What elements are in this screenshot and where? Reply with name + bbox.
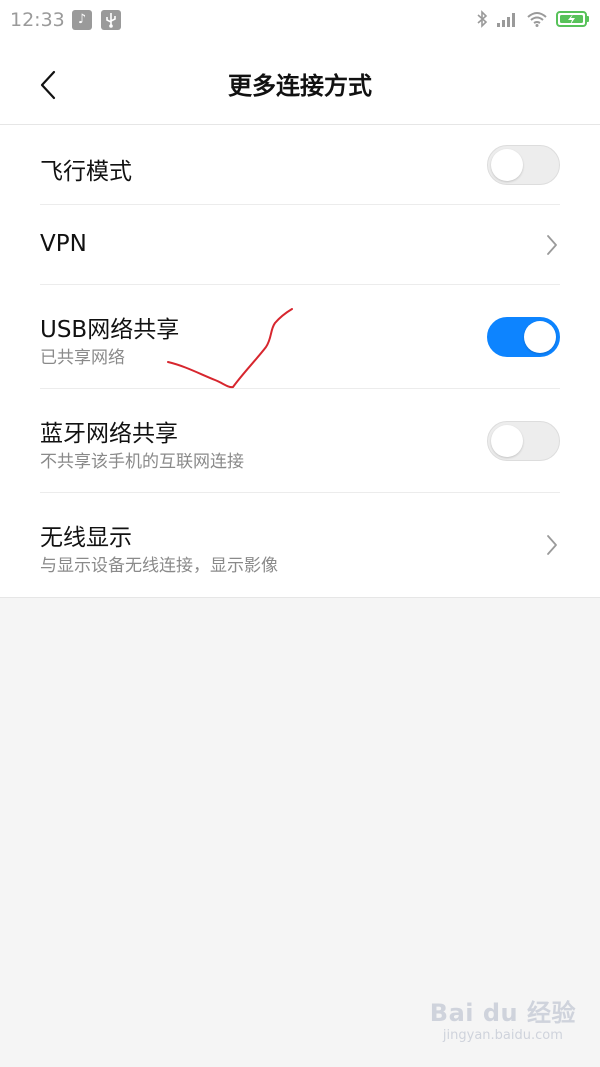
cellular-signal-icon bbox=[496, 11, 518, 31]
bluetooth-tethering-toggle[interactable] bbox=[487, 421, 560, 461]
toggle-knob bbox=[524, 321, 556, 353]
airplane-mode-row[interactable]: 飞行模式 bbox=[0, 125, 600, 205]
status-time: 12:33 bbox=[10, 9, 65, 31]
app-bar: 更多连接方式 bbox=[0, 44, 600, 125]
bluetooth-icon bbox=[476, 10, 488, 32]
wireless-display-label: 无线显示 bbox=[40, 525, 132, 551]
watermark-logo: Bai du 经验 bbox=[429, 999, 576, 1027]
chevron-right-icon[interactable] bbox=[544, 233, 560, 257]
toggle-knob bbox=[491, 425, 523, 457]
chevron-right-icon[interactable] bbox=[544, 533, 560, 557]
vpn-label: VPN bbox=[40, 231, 87, 257]
usb-tethering-label: USB网络共享 bbox=[40, 317, 180, 343]
status-bar: 12:33 ♪ bbox=[0, 0, 600, 44]
wireless-display-row[interactable]: 无线显示 与显示设备无线连接，显示影像 bbox=[0, 493, 600, 597]
baidu-jingyan-watermark: Bai du 经验 jingyan.baidu.com bbox=[430, 993, 576, 1043]
bluetooth-tethering-label: 蓝牙网络共享 bbox=[40, 421, 178, 447]
bluetooth-tethering-row[interactable]: 蓝牙网络共享 不共享该手机的互联网连接 bbox=[0, 389, 600, 493]
usb-icon bbox=[101, 10, 121, 30]
wireless-display-description: 与显示设备无线连接，显示影像 bbox=[40, 556, 278, 576]
toggle-knob bbox=[491, 149, 523, 181]
settings-list: 飞行模式 VPN USB网络共享 已共享网络 蓝牙网络共享 不共享该手机的互联网… bbox=[0, 125, 600, 598]
vpn-row[interactable]: VPN bbox=[0, 205, 600, 285]
bluetooth-tethering-description: 不共享该手机的互联网连接 bbox=[40, 452, 244, 472]
status-right-icons bbox=[476, 10, 590, 32]
page-title: 更多连接方式 bbox=[228, 72, 372, 100]
usb-tethering-toggle[interactable] bbox=[487, 317, 560, 357]
wifi-icon bbox=[526, 11, 548, 31]
tiktok-icon: ♪ bbox=[72, 10, 92, 30]
airplane-mode-label: 飞行模式 bbox=[40, 159, 132, 185]
battery-charging-icon bbox=[556, 10, 590, 32]
usb-tethering-status: 已共享网络 bbox=[40, 348, 125, 368]
airplane-mode-toggle[interactable] bbox=[487, 145, 560, 185]
watermark-url: jingyan.baidu.com bbox=[442, 1028, 563, 1043]
usb-tethering-row[interactable]: USB网络共享 已共享网络 bbox=[0, 285, 600, 389]
